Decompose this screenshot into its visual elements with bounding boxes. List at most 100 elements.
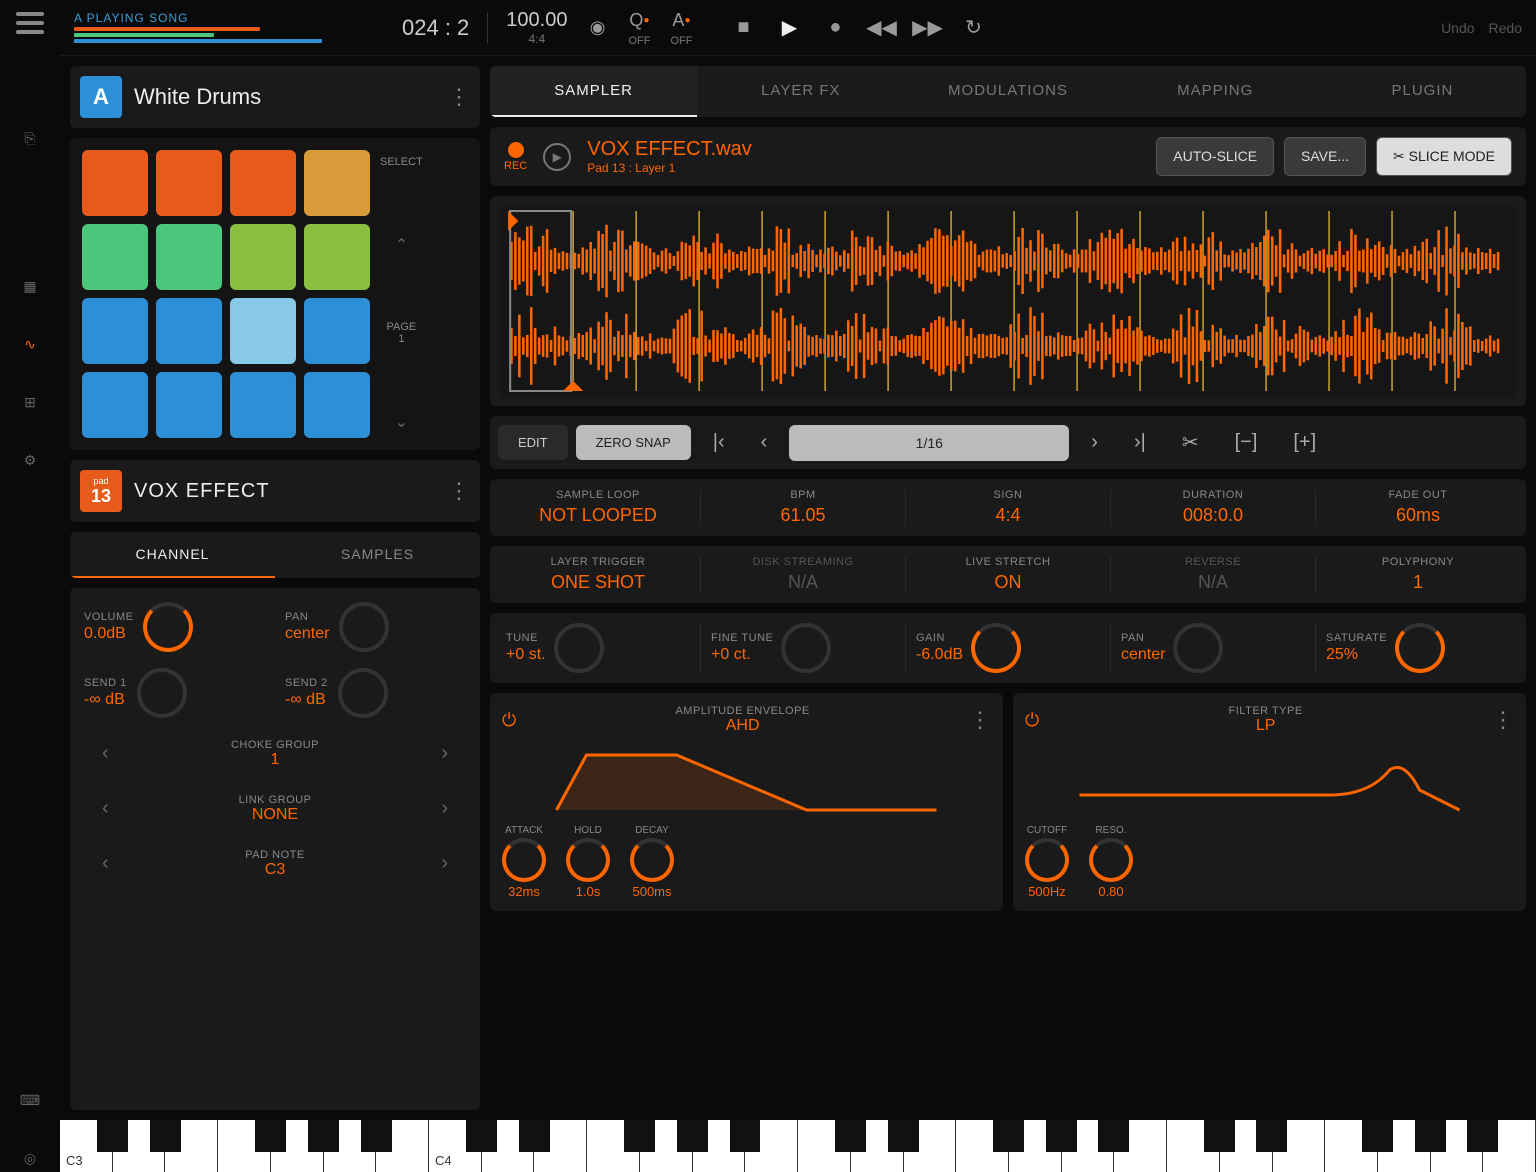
cutoff-knob[interactable]: CUTOFF500Hz bbox=[1025, 825, 1069, 899]
piano-keyboard[interactable]: C3C4 bbox=[60, 1120, 1536, 1172]
grid-icon[interactable]: ▦ bbox=[16, 272, 44, 300]
menu-icon[interactable] bbox=[16, 12, 44, 34]
reverse-param[interactable]: REVERSEN/A bbox=[1111, 556, 1316, 593]
settings-icon[interactable]: ◎ bbox=[16, 1144, 44, 1172]
tab-layerfx[interactable]: LAYER FX bbox=[697, 66, 904, 117]
black-key[interactable] bbox=[624, 1120, 655, 1152]
page-up-icon[interactable]: ⌃ bbox=[395, 235, 408, 255]
pad-10[interactable] bbox=[156, 298, 222, 364]
tune-knob[interactable]: TUNE+0 st. bbox=[496, 623, 701, 673]
next-icon[interactable]: › bbox=[1077, 425, 1112, 460]
song-info[interactable]: A PLAYING SONG bbox=[74, 11, 384, 45]
tab-plugin[interactable]: PLUGIN bbox=[1319, 66, 1526, 117]
stretch-param[interactable]: LIVE STRETCHON bbox=[906, 556, 1111, 593]
choke-group[interactable]: ‹ CHOKE GROUP1 › bbox=[84, 734, 466, 773]
play-button[interactable]: ▶ bbox=[777, 16, 801, 40]
black-key[interactable] bbox=[255, 1120, 286, 1152]
forward-button[interactable]: ▶▶ bbox=[915, 16, 939, 40]
save-button[interactable]: SAVE... bbox=[1284, 137, 1366, 176]
quantize-button[interactable]: Q● OFF bbox=[627, 9, 651, 47]
tab-samples[interactable]: SAMPLES bbox=[275, 532, 480, 578]
pad-number-badge[interactable]: pad13 bbox=[80, 470, 122, 512]
tab-channel[interactable]: CHANNEL bbox=[70, 532, 275, 578]
sliders-icon[interactable]: ⚙ bbox=[16, 446, 44, 474]
skip-end-icon[interactable]: ›| bbox=[1120, 425, 1160, 460]
bpm-param[interactable]: BPM61.05 bbox=[701, 489, 906, 526]
sample-pan-knob[interactable]: PANcenter bbox=[1111, 623, 1316, 673]
tab-mapping[interactable]: MAPPING bbox=[1112, 66, 1319, 117]
auto-slice-button[interactable]: AUTO-SLICE bbox=[1156, 137, 1274, 176]
loop-button[interactable]: ↻ bbox=[961, 16, 985, 40]
fine-tune-knob[interactable]: FINE TUNE+0 ct. bbox=[701, 623, 906, 673]
automation-button[interactable]: A● OFF bbox=[669, 9, 693, 47]
pad-3[interactable] bbox=[230, 150, 296, 216]
waveform-icon[interactable]: ∿ bbox=[16, 330, 44, 358]
pad-12[interactable] bbox=[304, 298, 370, 364]
disk-param[interactable]: DISK STREAMINGN/A bbox=[701, 556, 906, 593]
pad-9[interactable] bbox=[82, 298, 148, 364]
pad-6[interactable] bbox=[156, 224, 222, 290]
filter-more-icon[interactable]: ⋮ bbox=[1492, 707, 1514, 733]
prev-icon[interactable]: ‹ bbox=[747, 425, 782, 460]
tab-sampler[interactable]: SAMPLER bbox=[490, 66, 697, 117]
env-more-icon[interactable]: ⋮ bbox=[969, 707, 991, 733]
snap-value[interactable]: 1/16 bbox=[789, 425, 1069, 461]
black-key[interactable] bbox=[1256, 1120, 1287, 1152]
black-key[interactable] bbox=[97, 1120, 128, 1152]
black-key[interactable] bbox=[1415, 1120, 1446, 1152]
fadeout-param[interactable]: FADE OUT60ms bbox=[1316, 489, 1520, 526]
send1-knob[interactable]: SEND 1-∞ dB bbox=[84, 668, 265, 718]
black-key[interactable] bbox=[835, 1120, 866, 1152]
black-key[interactable] bbox=[1098, 1120, 1129, 1152]
pad-14[interactable] bbox=[156, 372, 222, 438]
zero-snap-button[interactable]: ZERO SNAP bbox=[576, 425, 691, 460]
black-key[interactable] bbox=[1046, 1120, 1077, 1152]
black-key[interactable] bbox=[730, 1120, 761, 1152]
power-icon[interactable]: ⏻ bbox=[1025, 710, 1039, 731]
black-key[interactable] bbox=[308, 1120, 339, 1152]
reso-knob[interactable]: RESO.0.80 bbox=[1089, 825, 1133, 899]
tab-modulations[interactable]: MODULATIONS bbox=[904, 66, 1111, 117]
pad-1[interactable] bbox=[82, 150, 148, 216]
pad-2[interactable] bbox=[156, 150, 222, 216]
redo-button[interactable]: Redo bbox=[1489, 20, 1522, 36]
attack-knob[interactable]: ATTACK32ms bbox=[502, 825, 546, 899]
black-key[interactable] bbox=[1467, 1120, 1498, 1152]
cut-icon[interactable]: ✂ bbox=[1168, 424, 1213, 461]
mixer-icon[interactable]: ⊞ bbox=[16, 388, 44, 416]
tempo-display[interactable]: 100.00 4:4 bbox=[506, 9, 567, 46]
duration-param[interactable]: DURATION008:0.0 bbox=[1111, 489, 1316, 526]
waveform-display[interactable] bbox=[490, 196, 1526, 406]
black-key[interactable] bbox=[519, 1120, 550, 1152]
zoom-out-icon[interactable]: [−] bbox=[1221, 425, 1272, 460]
zoom-in-icon[interactable]: [+] bbox=[1279, 425, 1330, 460]
rewind-button[interactable]: ◀◀ bbox=[869, 16, 893, 40]
pad-8[interactable] bbox=[304, 224, 370, 290]
decay-knob[interactable]: DECAY500ms bbox=[630, 825, 674, 899]
record-button[interactable]: ● bbox=[823, 16, 847, 40]
edit-button[interactable]: EDIT bbox=[498, 425, 568, 460]
slice-mode-button[interactable]: ✂ SLICE MODE bbox=[1376, 137, 1512, 176]
trigger-param[interactable]: LAYER TRIGGERONE SHOT bbox=[496, 556, 701, 593]
pad-7[interactable] bbox=[230, 224, 296, 290]
keyboard-icon[interactable]: ⌨ bbox=[16, 1086, 44, 1114]
stop-button[interactable]: ■ bbox=[731, 16, 755, 40]
polyphony-param[interactable]: POLYPHONY1 bbox=[1316, 556, 1520, 593]
sign-param[interactable]: SIGN4:4 bbox=[906, 489, 1111, 526]
send2-knob[interactable]: SEND 2-∞ dB bbox=[285, 668, 466, 718]
link-group[interactable]: ‹ LINK GROUPNONE › bbox=[84, 789, 466, 828]
pad-15[interactable] bbox=[230, 372, 296, 438]
gain-knob[interactable]: GAIN-6.0dB bbox=[906, 623, 1111, 673]
black-key[interactable] bbox=[361, 1120, 392, 1152]
position-display[interactable]: 024 : 2 bbox=[402, 15, 469, 41]
black-key[interactable] bbox=[466, 1120, 497, 1152]
preview-play-icon[interactable]: ▶ bbox=[543, 143, 571, 171]
black-key[interactable] bbox=[1362, 1120, 1393, 1152]
pad-13[interactable] bbox=[82, 372, 148, 438]
black-key[interactable] bbox=[993, 1120, 1024, 1152]
kit-name[interactable]: White Drums bbox=[134, 84, 436, 110]
power-icon[interactable]: ⏻ bbox=[502, 710, 516, 731]
saturate-knob[interactable]: SATURATE25% bbox=[1316, 623, 1520, 673]
metronome-button[interactable]: ◉ bbox=[585, 16, 609, 40]
pad-more-icon[interactable]: ⋮ bbox=[448, 478, 470, 504]
